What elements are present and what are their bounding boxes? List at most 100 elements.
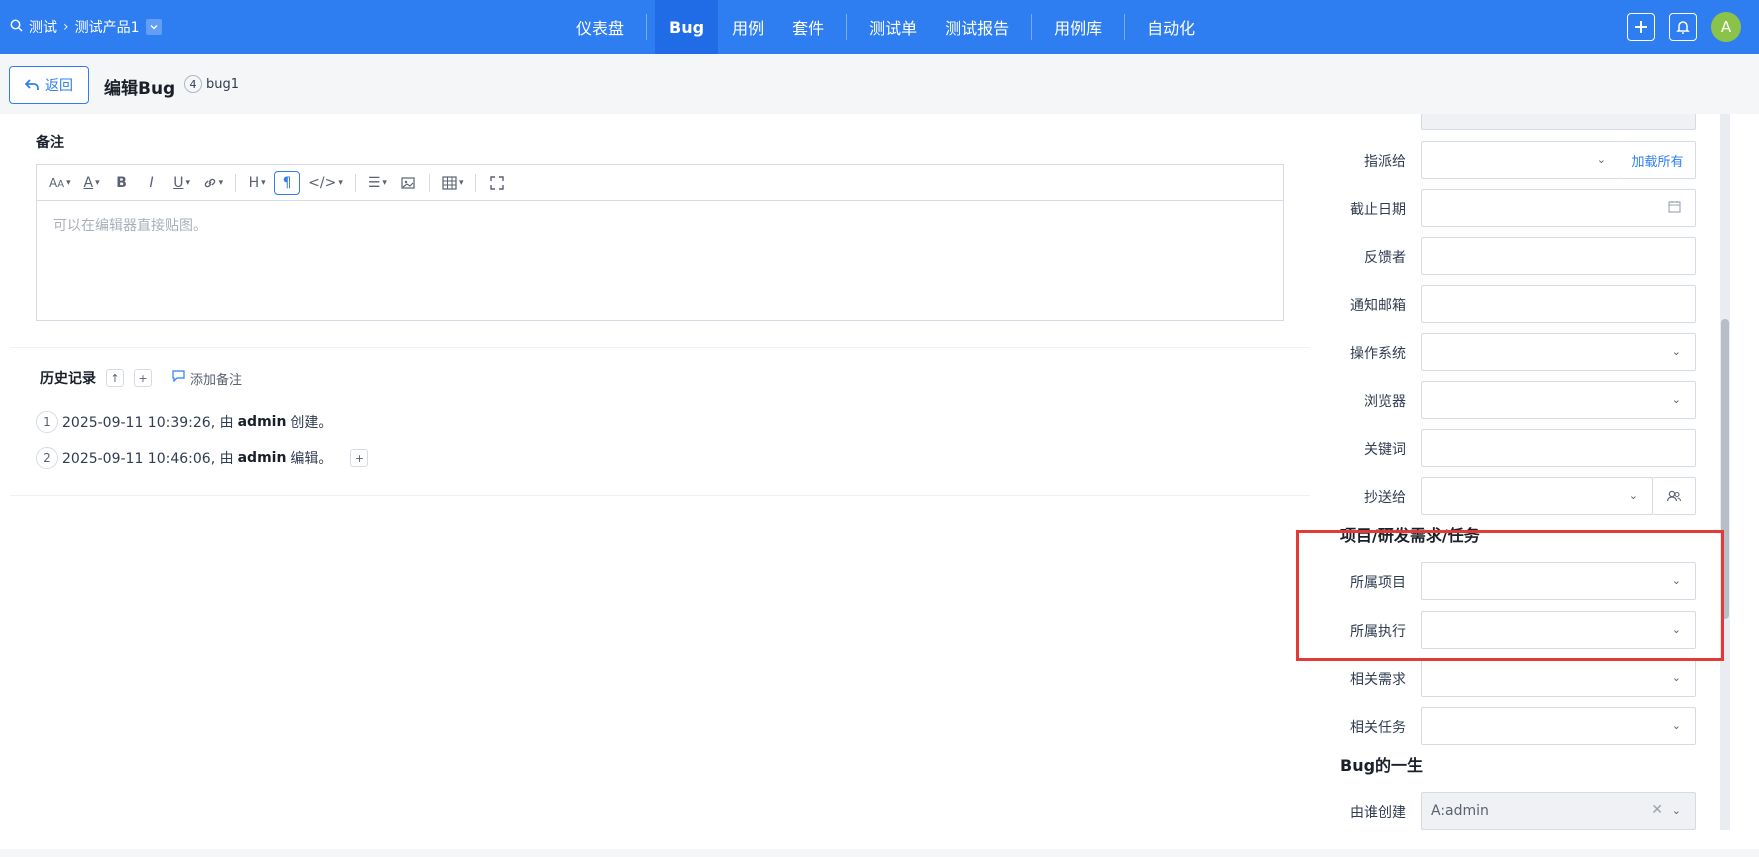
- project-select[interactable]: ⌄: [1421, 562, 1696, 600]
- notes-textarea[interactable]: 可以在编辑器直接贴图。: [37, 201, 1283, 249]
- editor-toolbar: AA ▾ A ▾ B I U ▾ ▾ H ▾ ¶ </> ▾ ☰ ▾ ▾: [37, 165, 1283, 201]
- contacts-icon: [1666, 490, 1682, 502]
- contacts-button[interactable]: [1653, 477, 1696, 515]
- code-icon[interactable]: </> ▾: [304, 171, 347, 195]
- clear-icon[interactable]: ✕: [1651, 802, 1663, 818]
- section-divider: [10, 347, 1310, 348]
- expand-all-icon[interactable]: +: [134, 369, 152, 387]
- heading-icon[interactable]: H ▾: [244, 171, 270, 195]
- toolbar-divider: [354, 173, 356, 192]
- history-time: 2025-09-11 10:46:06, 由: [62, 451, 234, 467]
- tab-cases[interactable]: 用例: [718, 0, 778, 54]
- page-header: 返回 编辑Bug 4 bug1: [0, 54, 1759, 114]
- browser-select[interactable]: ⌄: [1421, 381, 1696, 419]
- bold-icon[interactable]: B: [109, 171, 135, 195]
- tab-testreport[interactable]: 测试报告: [931, 0, 1023, 54]
- tab-dashboard[interactable]: 仪表盘: [562, 0, 638, 54]
- nav-divider: [1124, 14, 1126, 40]
- underline-icon[interactable]: U ▾: [169, 171, 195, 195]
- assigned-to-label: 指派给: [1364, 154, 1406, 170]
- tab-bug[interactable]: Bug: [655, 0, 719, 54]
- list-icon[interactable]: ☰ ▾: [364, 171, 391, 195]
- story-select[interactable]: ⌄: [1421, 659, 1696, 697]
- font-size-icon[interactable]: AA ▾: [45, 171, 75, 195]
- toolbar-divider: [428, 173, 430, 192]
- tab-automation[interactable]: 自动化: [1133, 0, 1209, 54]
- back-button-label: 返回: [45, 78, 73, 94]
- link-icon[interactable]: ▾: [199, 171, 228, 195]
- create-button[interactable]: [1627, 13, 1655, 41]
- product-switch-dropdown[interactable]: [145, 19, 162, 35]
- tab-suites[interactable]: 套件: [778, 0, 838, 54]
- sort-up-icon[interactable]: ↑: [106, 369, 124, 387]
- execution-label: 所属执行: [1350, 624, 1406, 640]
- feedback-by-input[interactable]: [1421, 237, 1696, 275]
- scrollbar[interactable]: [1720, 114, 1730, 830]
- bug-id-badge: 4 bug1: [184, 75, 239, 93]
- created-by-value: A:admin: [1431, 803, 1489, 819]
- cc-label: 抄送给: [1364, 490, 1406, 506]
- os-select[interactable]: ⌄: [1421, 333, 1696, 371]
- image-icon[interactable]: [395, 171, 421, 195]
- breadcrumb-module[interactable]: 测试: [29, 17, 57, 37]
- add-note-label: 添加备注: [190, 372, 243, 388]
- paragraph-icon[interactable]: ¶: [274, 170, 301, 195]
- scrolled-select[interactable]: ⌄: [1421, 114, 1696, 130]
- chevron-down-icon: ⌄: [1671, 623, 1681, 636]
- bug-id: 4: [184, 75, 202, 93]
- toolbar-divider: [475, 173, 477, 192]
- browser-label: 浏览器: [1364, 394, 1406, 410]
- table-icon[interactable]: ▾: [438, 171, 468, 195]
- top-navbar: 测试 › 测试产品1 仪表盘 Bug 用例 套件 测试单 测试报告 用例库 自动…: [0, 0, 1759, 54]
- history-entry: 2 2025-09-11 10:46:06, 由 admin 编辑。 +: [36, 447, 369, 469]
- form-row-deadline: 截止日期: [1310, 189, 1696, 227]
- chevron-right-icon: ›: [63, 19, 69, 35]
- tab-caselib[interactable]: 用例库: [1040, 0, 1116, 54]
- fullscreen-icon[interactable]: [484, 171, 510, 195]
- italic-icon[interactable]: I: [139, 171, 165, 195]
- form-row-cc: 抄送给 ⌄: [1310, 477, 1696, 515]
- notification-button[interactable]: [1669, 13, 1697, 41]
- bell-icon: [1676, 21, 1690, 34]
- avatar[interactable]: A: [1711, 12, 1741, 42]
- chevron-down-icon: ⌄: [1671, 393, 1681, 406]
- chevron-down-icon: ⌄: [1671, 574, 1681, 587]
- breadcrumb-product[interactable]: 测试产品1: [75, 17, 140, 37]
- form-row-notify-email: 通知邮箱: [1310, 285, 1696, 323]
- task-label: 相关任务: [1350, 720, 1406, 736]
- chevron-down-icon: ⌄: [1671, 804, 1681, 817]
- notify-email-input[interactable]: [1421, 285, 1696, 323]
- load-all-button[interactable]: 加载所有: [1620, 141, 1696, 179]
- tab-testtask[interactable]: 测试单: [855, 0, 931, 54]
- execution-select[interactable]: ⌄: [1421, 611, 1696, 649]
- notes-label: 备注: [36, 135, 64, 151]
- form-row-task: 相关任务 ⌄: [1310, 707, 1696, 745]
- task-select[interactable]: ⌄: [1421, 707, 1696, 745]
- calendar-icon[interactable]: [1668, 200, 1681, 216]
- story-label: 相关需求: [1350, 672, 1406, 688]
- assigned-to-select[interactable]: ⌄: [1421, 141, 1621, 179]
- font-color-icon[interactable]: A ▾: [79, 171, 105, 195]
- nav-divider: [646, 14, 648, 40]
- nav-divider: [1031, 14, 1033, 40]
- side-form: ⌄ 指派给 ⌄ 加载所有 截止日期 反馈者 通知邮箱 操作系统 ⌄ 浏览器 ⌄ …: [1310, 114, 1720, 830]
- back-button[interactable]: 返回: [9, 66, 89, 104]
- history-user: admin: [237, 450, 287, 466]
- add-note-button[interactable]: 添加备注: [172, 369, 242, 388]
- keywords-input[interactable]: [1421, 429, 1696, 467]
- deadline-input[interactable]: [1421, 189, 1696, 227]
- history-user: admin: [237, 414, 287, 430]
- expand-changes-icon[interactable]: +: [350, 449, 369, 467]
- chevron-down-icon: ⌄: [1671, 671, 1681, 684]
- form-row-project: 所属项目 ⌄: [1310, 562, 1696, 600]
- form-row-feedback-by: 反馈者: [1310, 237, 1696, 275]
- form-row-keywords: 关键词: [1310, 429, 1696, 467]
- history-action: 创建。: [290, 415, 333, 431]
- created-by-select[interactable]: A:admin ✕ ⌄: [1421, 792, 1696, 830]
- section-divider: [10, 495, 1310, 496]
- search-icon[interactable]: [10, 19, 23, 36]
- cc-select[interactable]: ⌄: [1421, 477, 1653, 515]
- chevron-down-icon: ⌄: [1596, 153, 1606, 166]
- scrollbar-thumb[interactable]: [1721, 319, 1729, 619]
- form-row-assigned-to: 指派给 ⌄ 加载所有: [1310, 141, 1696, 179]
